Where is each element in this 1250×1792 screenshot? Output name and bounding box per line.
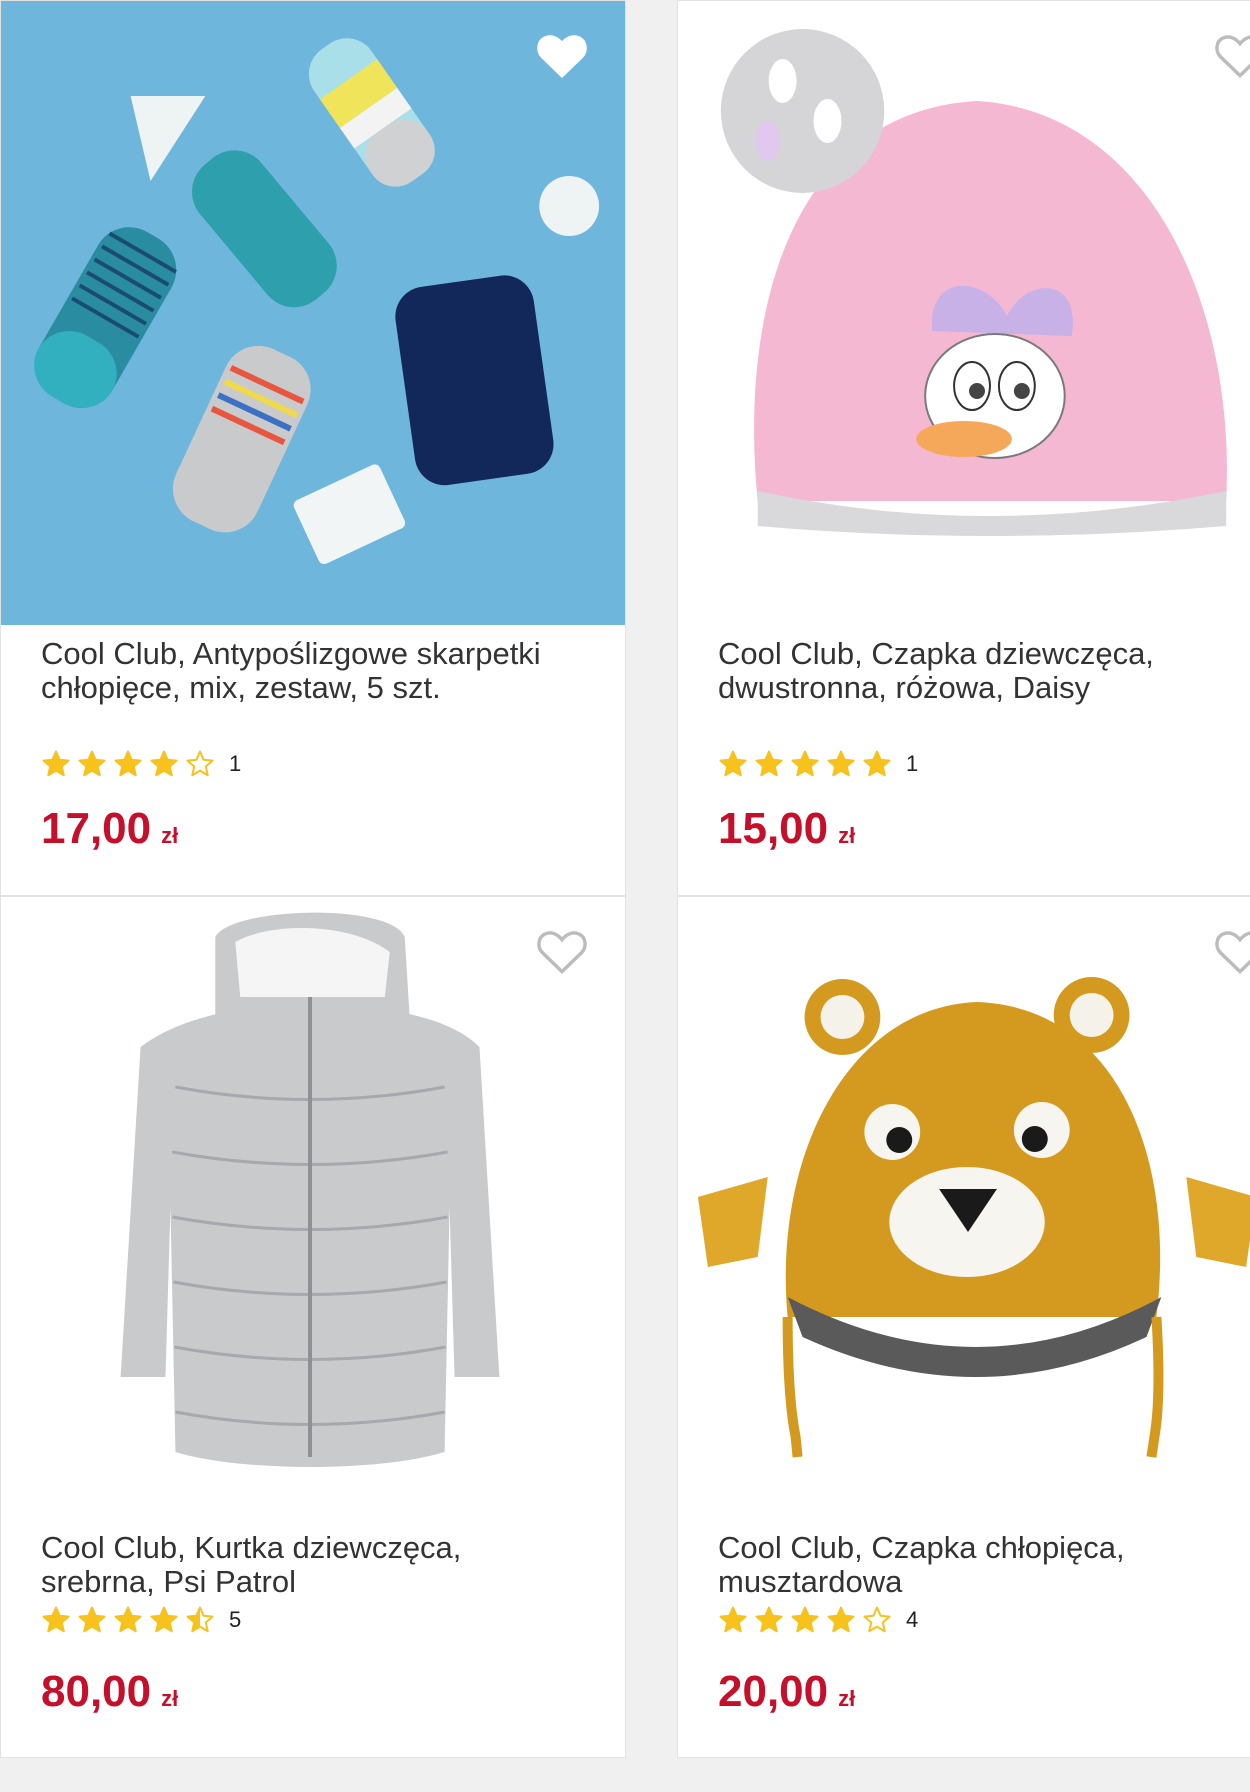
star-filled-icon — [791, 750, 819, 777]
product-price: 20,00 zł — [718, 1667, 855, 1717]
wishlist-heart-icon[interactable] — [1214, 31, 1250, 79]
product-image-socks[interactable] — [1, 1, 625, 625]
price-currency: zł — [838, 1686, 856, 1711]
price-currency: zł — [161, 823, 179, 848]
product-title[interactable]: Cool Club, Czapka chłopięca, musztardowa — [718, 1531, 1250, 1599]
product-title[interactable]: Cool Club, Kurtka dziewczęca, srebrna, P… — [41, 1531, 581, 1599]
rating: 1 — [718, 749, 918, 779]
star-filled-icon — [719, 1606, 747, 1633]
price-currency: zł — [161, 1686, 179, 1711]
review-count: 1 — [229, 751, 242, 776]
star-filled-icon — [827, 750, 855, 777]
star-filled-icon — [42, 750, 70, 777]
product-image-silver-jacket[interactable] — [1, 897, 625, 1521]
review-count: 1 — [906, 751, 919, 776]
review-count: 4 — [906, 1607, 919, 1632]
star-filled-icon — [78, 750, 106, 777]
price-value: 15,00 — [718, 804, 829, 853]
star-half-icon — [186, 1606, 214, 1633]
wishlist-heart-icon[interactable] — [1214, 927, 1250, 975]
product-price: 15,00 zł — [718, 804, 855, 854]
star-filled-icon — [114, 750, 142, 777]
star-filled-icon — [78, 1606, 106, 1633]
product-card[interactable]: Cool Club, Czapka chłopięca, musztardowa… — [677, 896, 1250, 1758]
rating: 1 — [41, 749, 241, 779]
product-price: 17,00 zł — [41, 804, 178, 854]
rating: 4 — [718, 1605, 918, 1635]
star-filled-icon — [827, 1606, 855, 1633]
star-filled-icon — [755, 1606, 783, 1633]
rating: 5 — [41, 1605, 241, 1635]
star-filled-icon — [863, 750, 891, 777]
product-card[interactable]: Cool Club, Czapka dziewczęca, dwustronna… — [677, 0, 1250, 896]
star-empty-icon — [186, 750, 214, 777]
star-filled-icon — [114, 1606, 142, 1633]
star-filled-icon — [150, 1606, 178, 1633]
star-filled-icon — [719, 750, 747, 777]
review-count: 5 — [229, 1607, 242, 1632]
star-filled-icon — [755, 750, 783, 777]
product-card[interactable]: Cool Club, Antypoślizgowe skarpetki chło… — [0, 0, 626, 896]
price-value: 20,00 — [718, 1667, 829, 1716]
price-currency: zł — [838, 823, 856, 848]
wishlist-heart-icon[interactable] — [536, 31, 588, 79]
wishlist-heart-icon[interactable] — [536, 927, 588, 975]
product-price: 80,00 zł — [41, 1667, 178, 1717]
product-image-tiger-hat[interactable] — [678, 897, 1250, 1521]
price-value: 80,00 — [41, 1667, 152, 1716]
product-image-daisy-beanie[interactable] — [678, 1, 1250, 625]
product-title[interactable]: Cool Club, Czapka dziewczęca, dwustronna… — [718, 637, 1250, 705]
star-filled-icon — [42, 1606, 70, 1633]
star-filled-icon — [150, 750, 178, 777]
product-title[interactable]: Cool Club, Antypoślizgowe skarpetki chło… — [41, 637, 581, 705]
product-card[interactable]: Cool Club, Kurtka dziewczęca, srebrna, P… — [0, 896, 626, 1758]
star-empty-icon — [863, 1606, 891, 1633]
price-value: 17,00 — [41, 804, 152, 853]
star-filled-icon — [791, 1606, 819, 1633]
